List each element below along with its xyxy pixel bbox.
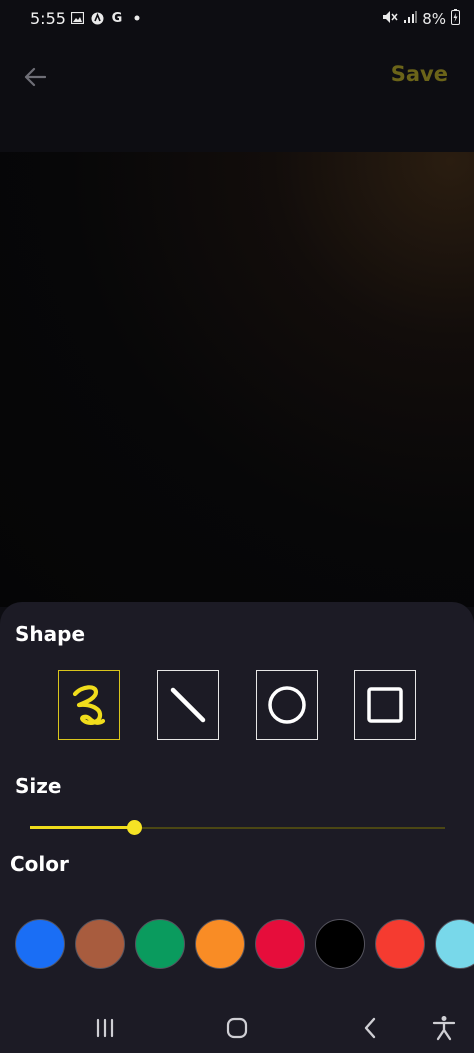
location-off-icon (90, 11, 104, 25)
system-nav-bar (0, 1000, 474, 1053)
signal-icon (403, 10, 418, 28)
drawing-canvas[interactable] (0, 152, 474, 607)
recent-apps-icon (96, 1018, 114, 1038)
color-swatch[interactable] (255, 919, 305, 969)
color-section-title: Color (10, 852, 69, 876)
google-icon: G (111, 10, 123, 26)
color-swatch[interactable] (315, 919, 365, 969)
shape-freehand-button[interactable] (58, 670, 120, 740)
accessibility-icon (432, 1016, 456, 1041)
status-notification-icons: G (70, 10, 144, 26)
line-icon (170, 687, 206, 723)
arrow-left-icon (24, 67, 46, 87)
battery-charging-icon (451, 9, 460, 29)
shape-section-title: Shape (15, 622, 86, 646)
dot-icon (130, 11, 144, 25)
square-icon (367, 687, 403, 723)
color-swatch-row (15, 919, 474, 971)
freehand-icon (72, 685, 106, 725)
mute-icon (382, 10, 398, 28)
save-button[interactable]: Save (391, 62, 448, 86)
battery-level: 8% (422, 10, 446, 28)
home-icon (226, 1017, 248, 1039)
size-section-title: Size (15, 774, 62, 798)
color-swatch[interactable] (135, 919, 185, 969)
home-button[interactable] (217, 1008, 257, 1048)
drawing-screen: 5:55 G 8% Save Shape Size Color (0, 0, 474, 1053)
shape-circle-button[interactable] (256, 670, 318, 740)
color-swatch[interactable] (75, 919, 125, 969)
color-swatch[interactable] (195, 919, 245, 969)
shape-line-button[interactable] (157, 670, 219, 740)
back-button[interactable] (18, 60, 52, 94)
shape-square-button[interactable] (354, 670, 416, 740)
recent-apps-button[interactable] (85, 1008, 125, 1048)
status-bar: 5:55 G 8% (0, 0, 474, 38)
size-slider[interactable] (30, 820, 445, 836)
color-swatch[interactable] (375, 919, 425, 969)
accessibility-button[interactable] (424, 1008, 464, 1048)
back-nav-icon (364, 1017, 376, 1039)
color-swatch[interactable] (15, 919, 65, 969)
back-nav-button[interactable] (350, 1008, 390, 1048)
status-system-icons: 8% (382, 9, 460, 29)
size-slider-thumb[interactable] (127, 820, 142, 835)
tools-bottom-sheet: Shape Size Color (0, 602, 474, 1002)
circle-icon (268, 686, 306, 724)
color-swatch[interactable] (435, 919, 474, 969)
status-time: 5:55 (30, 9, 66, 28)
size-slider-fill (30, 826, 134, 829)
app-bar: Save (0, 38, 474, 118)
image-icon (70, 11, 84, 25)
